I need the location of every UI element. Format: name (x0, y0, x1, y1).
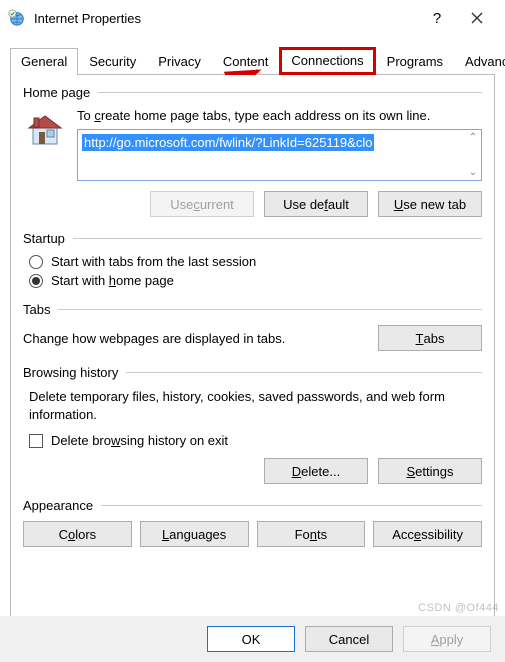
fonts-button[interactable]: Fonts (257, 521, 366, 547)
tab-advanced[interactable]: Advanced (454, 48, 505, 75)
history-description: Delete temporary files, history, cookies… (29, 388, 476, 423)
group-title-home: Home page (23, 85, 98, 100)
group-startup: Startup Start with tabs from the last se… (23, 231, 482, 288)
group-title-tabs: Tabs (23, 302, 58, 317)
radio-icon (29, 255, 43, 269)
close-button[interactable] (457, 0, 497, 36)
ok-button[interactable]: OK (207, 626, 295, 652)
colors-button[interactable]: Colors (23, 521, 132, 547)
check-delete-on-exit[interactable]: Delete browsing history on exit (29, 433, 482, 448)
delete-button[interactable]: Delete... (264, 458, 368, 484)
tab-general[interactable]: General (10, 48, 78, 75)
settings-button[interactable]: Settings (378, 458, 482, 484)
dialog-button-bar: OK Cancel Apply (0, 616, 505, 662)
apply-button: Apply (403, 626, 491, 652)
help-button[interactable]: ? (417, 0, 457, 36)
languages-button[interactable]: Languages (140, 521, 249, 547)
group-browsing-history: Browsing history Delete temporary files,… (23, 365, 482, 484)
tab-panel-general: Home page To create home page tabs, type… (10, 75, 495, 633)
group-title-appearance: Appearance (23, 498, 101, 513)
watermark: CSDN @Of444 (418, 602, 499, 614)
textarea-scrollbar[interactable]: ⌃⌄ (465, 130, 481, 180)
internet-options-icon (8, 9, 26, 27)
tab-programs[interactable]: Programs (376, 48, 454, 75)
home-url-input[interactable]: http://go.microsoft.com/fwlink/?LinkId=6… (77, 129, 482, 181)
internet-properties-window: Internet Properties ? General Security P… (0, 0, 505, 662)
group-home-page: Home page To create home page tabs, type… (23, 85, 482, 217)
accessibility-button[interactable]: Accessibility (373, 521, 482, 547)
use-default-button[interactable]: Use default (264, 191, 368, 217)
tabs-button[interactable]: Tabs (378, 325, 482, 351)
tab-content[interactable]: Content (212, 48, 280, 75)
home-instruction: To create home page tabs, type each addr… (77, 108, 482, 123)
titlebar: Internet Properties ? (0, 0, 505, 36)
group-tabs: Tabs Change how webpages are displayed i… (23, 302, 482, 351)
window-title: Internet Properties (34, 11, 141, 26)
tabs-description: Change how webpages are displayed in tab… (23, 331, 368, 346)
tab-connections[interactable]: Connections (279, 47, 375, 75)
use-new-tab-button[interactable]: Use new tab (378, 191, 482, 217)
group-title-history: Browsing history (23, 365, 126, 380)
group-appearance: Appearance Colors Languages Fonts Access… (23, 498, 482, 547)
tab-privacy[interactable]: Privacy (147, 48, 212, 75)
use-current-button: Use current (150, 191, 254, 217)
tab-security[interactable]: Security (78, 48, 147, 75)
cancel-button[interactable]: Cancel (305, 626, 393, 652)
home-icon (23, 108, 67, 152)
home-url-value: http://go.microsoft.com/fwlink/?LinkId=6… (82, 134, 374, 151)
group-title-startup: Startup (23, 231, 73, 246)
radio-icon (29, 274, 43, 288)
checkbox-icon (29, 434, 43, 448)
tabstrip: General Security Privacy Content Connect… (10, 46, 495, 75)
radio-start-last-session[interactable]: Start with tabs from the last session (29, 254, 482, 269)
radio-start-home-page[interactable]: Start with home page (29, 273, 482, 288)
